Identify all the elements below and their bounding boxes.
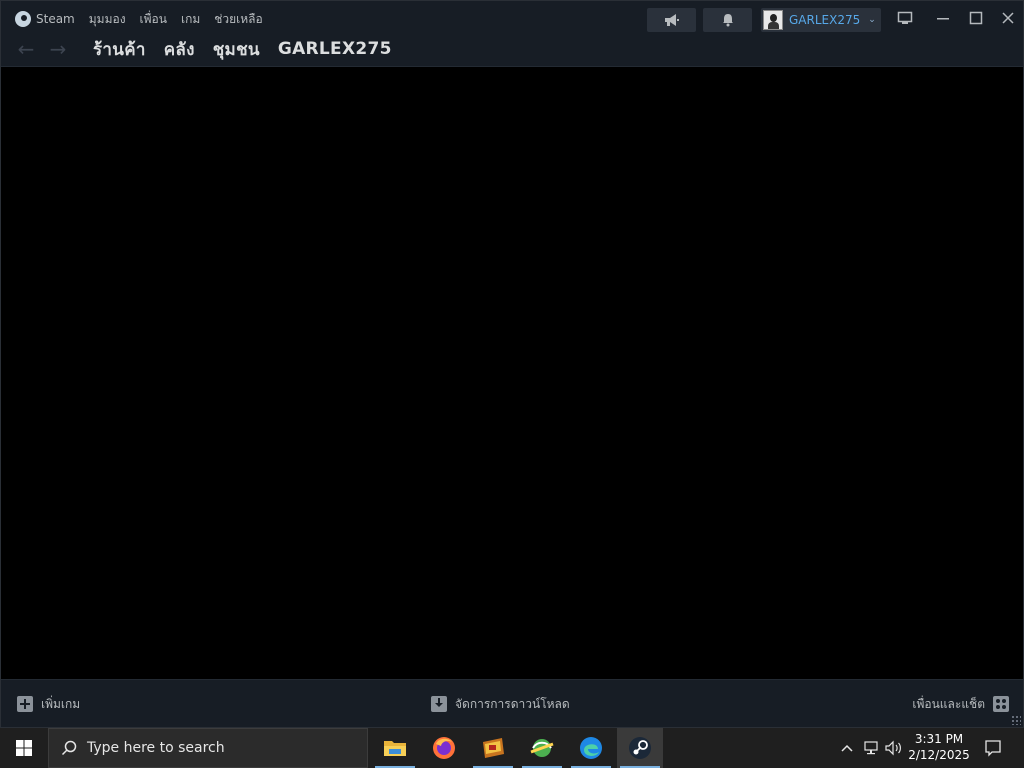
- close-button[interactable]: [994, 7, 1022, 29]
- volume-tray-button[interactable]: [884, 728, 904, 768]
- account-menu-button[interactable]: GARLEX275 ⌄: [761, 8, 881, 32]
- tab-store[interactable]: ร้านค้า: [93, 36, 146, 63]
- avatar: [763, 10, 783, 30]
- forward-arrow-icon[interactable]: →: [47, 38, 69, 60]
- notification-icon: [985, 740, 1001, 757]
- network-tray-button[interactable]: [862, 728, 882, 768]
- maximize-icon: [969, 11, 983, 25]
- add-game-button[interactable]: เพิ่มเกม: [17, 694, 80, 714]
- clock-date: 2/12/2025: [908, 748, 970, 762]
- steam-content-area: [1, 68, 1023, 679]
- windows-logo-icon: [16, 740, 32, 756]
- show-hidden-icons-button[interactable]: [838, 728, 856, 768]
- search-icon: [61, 740, 77, 756]
- notifications-button[interactable]: [703, 8, 752, 32]
- account-username: GARLEX275: [789, 13, 861, 27]
- manage-downloads-label: จัดการการดาวน์โหลด: [455, 696, 570, 711]
- taskbar-app-file-explorer[interactable]: [372, 728, 418, 768]
- plus-icon: [17, 696, 33, 712]
- taskbar-app-network[interactable]: [519, 728, 565, 768]
- bell-icon: [722, 14, 733, 27]
- chevron-down-icon: ⌄: [868, 15, 876, 25]
- steam-bottom-bar: เพิ่มเกม จัดการการดาวน์โหลด เพื่อนและแช็…: [1, 679, 1023, 727]
- big-picture-button[interactable]: [891, 7, 919, 29]
- action-center-button[interactable]: [978, 728, 1008, 768]
- firefox-icon: [433, 737, 455, 759]
- taskbar-app-steam[interactable]: [617, 728, 663, 768]
- taskbar-app-firefox[interactable]: [421, 728, 467, 768]
- minimize-icon: [937, 18, 949, 20]
- game-app-icon: [483, 738, 504, 758]
- friends-chat-button[interactable]: เพื่อนและแช็ต: [912, 694, 1009, 714]
- network-icon: [864, 741, 878, 755]
- tab-profile[interactable]: GARLEX275: [278, 39, 392, 59]
- tab-library[interactable]: คลัง: [164, 36, 195, 63]
- friends-grid-icon: [993, 696, 1009, 712]
- steam-titlebar: Steam มุมมอง เพื่อน เกม ช่วยเหลือ ← → ร้…: [1, 1, 1023, 67]
- minimize-button[interactable]: [929, 7, 957, 29]
- menu-view[interactable]: มุมมอง: [89, 10, 126, 29]
- tab-community[interactable]: ชุมชน: [213, 36, 260, 63]
- menu-steam[interactable]: Steam: [15, 11, 75, 27]
- monitor-icon: [897, 11, 913, 24]
- megaphone-icon: [664, 14, 679, 26]
- manage-downloads-button[interactable]: จัดการการดาวน์โหลด: [431, 694, 570, 714]
- steam-window: Steam มุมมอง เพื่อน เกม ช่วยเหลือ ← → ร้…: [0, 0, 1024, 728]
- speaker-icon: [885, 740, 901, 756]
- download-icon: [431, 696, 447, 712]
- taskbar-clock[interactable]: 3:31 PM 2/12/2025: [904, 731, 974, 763]
- taskbar-search-box[interactable]: Type here to search: [48, 728, 368, 768]
- maximize-button[interactable]: [962, 7, 990, 29]
- menu-steam-label: Steam: [36, 12, 75, 26]
- steam-icon: [629, 737, 651, 759]
- back-arrow-icon[interactable]: ←: [15, 38, 37, 60]
- windows-taskbar: Type here to search 3:31 PM 2/12/2025: [0, 728, 1024, 768]
- search-placeholder: Type here to search: [87, 740, 225, 756]
- add-game-label: เพิ่มเกม: [41, 696, 81, 711]
- menu-help[interactable]: ช่วยเหลือ: [214, 10, 263, 29]
- resize-grip-icon[interactable]: [1011, 715, 1021, 725]
- start-button[interactable]: [0, 728, 48, 768]
- close-icon: [1002, 12, 1014, 24]
- steam-menu-bar: Steam มุมมอง เพื่อน เกม ช่วยเหลือ: [15, 9, 263, 29]
- friends-chat-label: เพื่อนและแช็ต: [912, 696, 985, 711]
- announcements-button[interactable]: [647, 8, 696, 32]
- steam-nav: ← → ร้านค้า คลัง ชุมชน GARLEX275: [15, 37, 400, 61]
- menu-games[interactable]: เกม: [181, 10, 200, 29]
- chevron-up-icon: [841, 744, 853, 752]
- edge-icon: [580, 737, 602, 759]
- taskbar-app-edge[interactable]: [568, 728, 614, 768]
- network-app-icon: [530, 739, 554, 757]
- clock-time: 3:31 PM: [914, 732, 964, 746]
- folder-icon: [384, 741, 406, 756]
- steam-logo-icon: [15, 11, 31, 27]
- menu-friends[interactable]: เพื่อน: [140, 10, 167, 29]
- taskbar-app-game[interactable]: [470, 728, 516, 768]
